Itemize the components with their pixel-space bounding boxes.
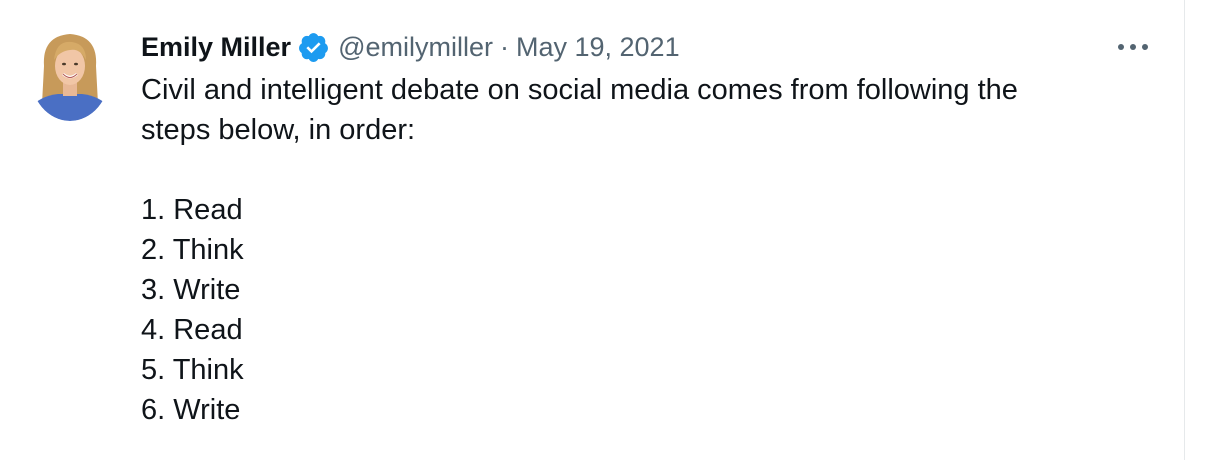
author-display-name[interactable]: Emily Miller — [141, 32, 291, 63]
list-item: 2. Think — [141, 234, 244, 266]
tweet-date[interactable]: May 19, 2021 — [516, 32, 680, 63]
more-options-button[interactable] — [1112, 34, 1154, 60]
author-handle[interactable]: @emilymiller — [338, 32, 493, 63]
tweet-text-line: Civil and intelligent debate on social m… — [141, 74, 1018, 106]
list-item: 6. Write — [141, 394, 241, 426]
tweet-card[interactable]: Emily Miller @emilymiller · May 19, 2021… — [0, 0, 1185, 460]
avatar[interactable] — [30, 26, 110, 121]
tweet-text-line: steps below, in order: — [141, 114, 416, 146]
profile-photo-icon — [30, 26, 110, 121]
steps-list: 1. Read 2. Think 3. Write 4. Read 5. Thi… — [141, 190, 244, 430]
list-item: 5. Think — [141, 354, 244, 386]
list-item: 1. Read — [141, 194, 243, 226]
verified-badge-icon[interactable] — [297, 31, 330, 64]
tweet-header: Emily Miller @emilymiller · May 19, 2021 — [141, 29, 680, 65]
list-item: 3. Write — [141, 274, 241, 306]
tweet-text: Civil and intelligent debate on social m… — [141, 70, 1141, 150]
more-horizontal-icon — [1118, 44, 1148, 50]
list-item: 4. Read — [141, 314, 243, 346]
separator-dot: · — [499, 31, 509, 62]
